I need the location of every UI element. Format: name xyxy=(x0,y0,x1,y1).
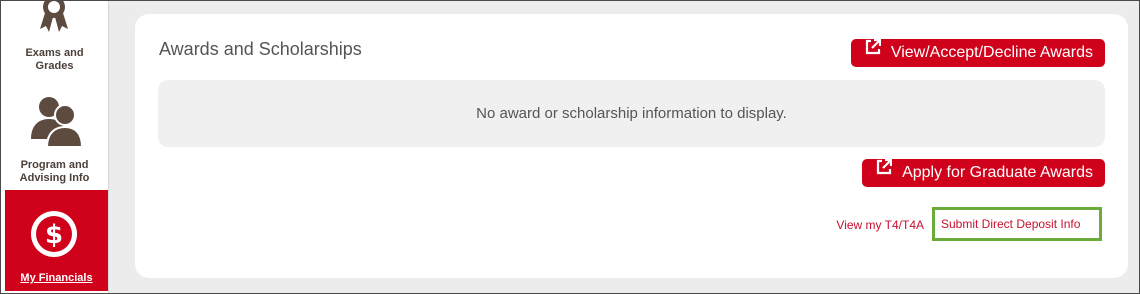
award-ribbon-icon xyxy=(37,1,71,38)
sidebar-label-line: Exams and xyxy=(25,47,84,59)
empty-state-message: No award or scholarship information to d… xyxy=(158,80,1105,147)
button-label: View/Accept/Decline Awards xyxy=(890,44,1093,61)
awards-card: Awards and Scholarships View/Accept/Decl… xyxy=(135,14,1128,278)
sidebar-item-label: My Financials xyxy=(20,272,93,284)
submit-direct-deposit-link[interactable]: Submit Direct Deposit Info xyxy=(932,207,1102,241)
page-title: Awards and Scholarships xyxy=(159,39,362,59)
sidebar-label-line: Program and xyxy=(20,159,89,171)
sidebar-item-my-financials[interactable]: $ My Financials xyxy=(5,190,108,291)
sidebar: Exams and Grades Program and Advising In… xyxy=(1,1,109,293)
sidebar-label-line: Advising Info xyxy=(19,172,90,184)
view-accept-decline-awards-button[interactable]: View/Accept/Decline Awards xyxy=(850,37,1105,67)
external-link-icon xyxy=(865,37,881,65)
sidebar-label-line: Grades xyxy=(35,60,74,72)
external-link-icon xyxy=(876,157,893,185)
dollar-circle-icon: $ xyxy=(30,210,78,263)
sidebar-item-program-and-advising[interactable]: Program and Advising Info xyxy=(1,91,108,189)
app-frame: Exams and Grades Program and Advising In… xyxy=(0,0,1140,294)
sidebar-item-label: Program and Advising Info xyxy=(1,159,108,185)
sidebar-item-label: Exams and Grades xyxy=(1,47,108,73)
view-t4-link[interactable]: View my T4/T4A xyxy=(836,218,924,232)
button-label: Apply for Graduate Awards xyxy=(902,164,1093,181)
svg-text:$: $ xyxy=(45,220,63,250)
sidebar-item-exams-and-grades[interactable]: Exams and Grades xyxy=(1,1,108,81)
users-icon xyxy=(29,93,84,154)
apply-graduate-awards-button[interactable]: Apply for Graduate Awards xyxy=(862,159,1105,187)
